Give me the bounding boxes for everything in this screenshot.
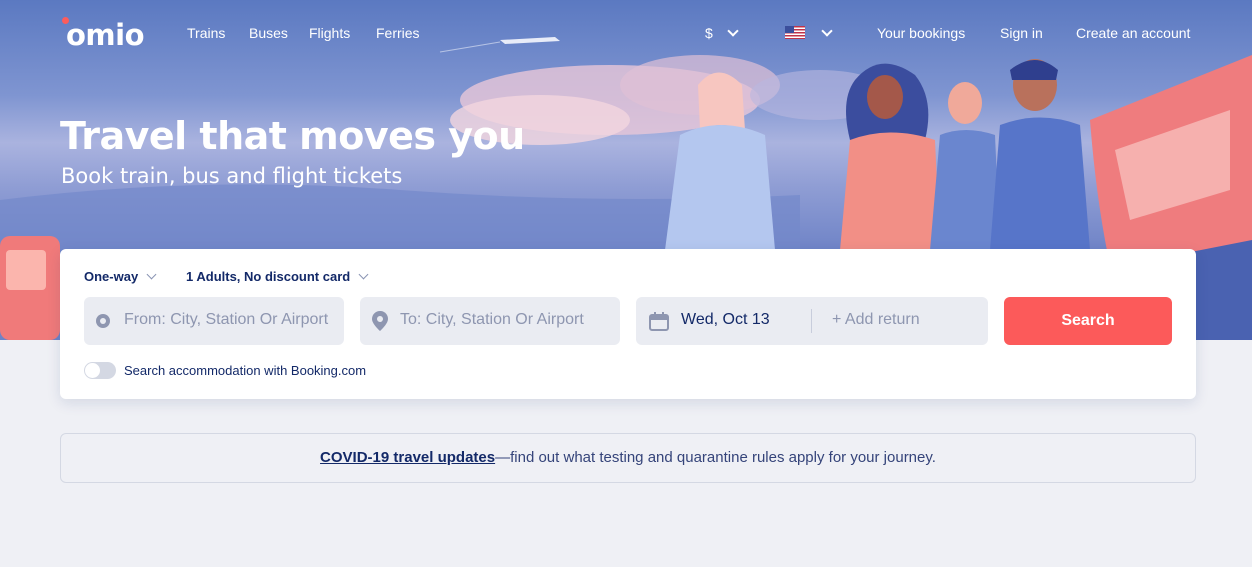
calendar-icon	[649, 312, 669, 331]
hero-subtitle: Book train, bus and flight tickets	[61, 164, 403, 188]
location-pin-icon	[372, 311, 388, 331]
create-account-link[interactable]: Create an account	[1076, 25, 1190, 41]
chevron-down-icon	[358, 269, 369, 280]
logo-text: omio	[66, 18, 145, 52]
trip-type-dropdown[interactable]: One-way	[84, 269, 157, 284]
date-divider	[811, 309, 812, 333]
covid-notice-text: —find out what testing and quarantine ru…	[495, 449, 936, 466]
accommodation-toggle[interactable]	[84, 362, 116, 379]
covid-updates-link[interactable]: COVID-19 travel updates	[320, 449, 495, 466]
omio-logo[interactable]: omio	[62, 17, 145, 52]
trip-type-label: One-way	[84, 269, 139, 284]
to-input[interactable]: To: City, Station Or Airport	[360, 297, 620, 345]
nav-ferries-link[interactable]: Ferries	[376, 25, 420, 41]
currency-symbol: $	[705, 25, 713, 41]
add-return-button[interactable]: + Add return	[832, 311, 920, 329]
date-field[interactable]: Wed, Oct 13 + Add return	[636, 297, 988, 345]
nav-trains-link[interactable]: Trains	[187, 25, 225, 41]
currency-chevron-down-icon[interactable]	[727, 25, 739, 37]
covid-notice: COVID-19 travel updates—find out what te…	[60, 433, 1196, 483]
sign-in-link[interactable]: Sign in	[1000, 25, 1043, 41]
chevron-down-icon	[146, 269, 157, 280]
language-chevron-down-icon[interactable]	[821, 25, 833, 37]
your-bookings-link[interactable]: Your bookings	[877, 25, 965, 41]
from-input[interactable]: From: City, Station Or Airport	[84, 297, 344, 345]
us-flag-icon[interactable]	[785, 26, 805, 39]
accommodation-toggle-label: Search accommodation with Booking.com	[124, 363, 367, 378]
nav-flights-link[interactable]: Flights	[309, 25, 350, 41]
departure-date[interactable]: Wed, Oct 13	[681, 311, 770, 329]
search-card: One-way 1 Adults, No discount card From:…	[60, 249, 1196, 399]
currency-selector[interactable]: $	[705, 25, 713, 41]
to-placeholder: To: City, Station Or Airport	[400, 311, 584, 328]
logo-dot-icon	[62, 17, 69, 24]
search-button[interactable]: Search	[1004, 297, 1172, 345]
nav-buses-link[interactable]: Buses	[249, 25, 288, 41]
hero-title: Travel that moves you	[60, 114, 525, 158]
passengers-label: 1 Adults, No discount card	[186, 269, 351, 284]
origin-circle-icon	[96, 314, 110, 328]
from-placeholder: From: City, Station Or Airport	[124, 311, 329, 328]
passengers-dropdown[interactable]: 1 Adults, No discount card	[186, 269, 369, 284]
top-nav: omio Trains Buses Flights Ferries $ Your…	[0, 0, 1252, 66]
